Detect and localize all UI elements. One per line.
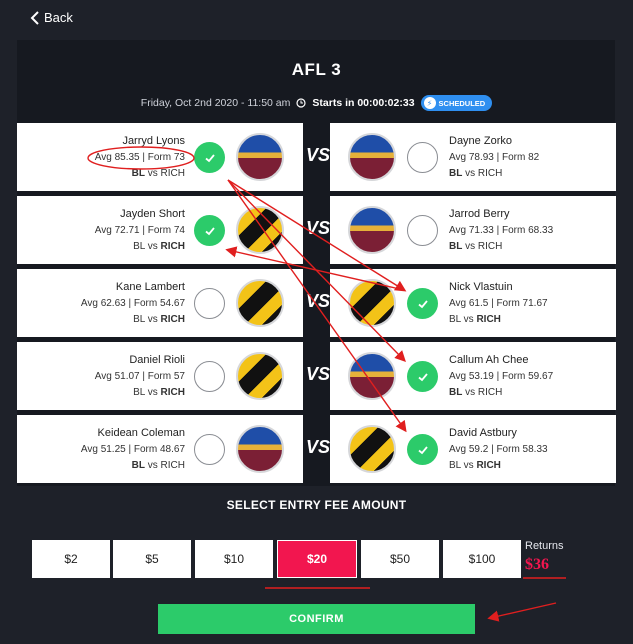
- returns-label: Returns: [525, 540, 564, 552]
- select-toggle[interactable]: [194, 361, 225, 392]
- player-match: BL vs RICH: [449, 241, 503, 252]
- chevron-left-icon: [30, 10, 39, 25]
- select-toggle[interactable]: [407, 361, 438, 392]
- player-match: BL vs RICH: [449, 314, 501, 325]
- player-stats: Avg 78.93 | Form 82: [449, 152, 540, 163]
- annotation-arrow: [487, 602, 557, 622]
- check-icon: [417, 299, 428, 308]
- team-logo: [348, 352, 396, 400]
- contest-title: AFL 3: [291, 60, 342, 79]
- entry-fee-option[interactable]: $2: [32, 540, 110, 578]
- player-stats: Avg 61.5 | Form 71.67: [449, 298, 548, 309]
- player-stats: Avg 53.19 | Form 59.67: [449, 371, 554, 382]
- entry-fee-title: SELECT ENTRY FEE AMOUNT: [226, 498, 407, 512]
- select-toggle[interactable]: [407, 434, 438, 465]
- player-stats: Avg 51.07 | Form 57: [94, 371, 185, 382]
- back-label: Back: [44, 10, 73, 25]
- bolt-icon: ⚡: [423, 97, 436, 109]
- player-name: Jayden Short: [120, 208, 185, 220]
- player-card-left[interactable]: Keidean Coleman Avg 51.25 | Form 48.67 BL …: [17, 415, 303, 483]
- returns-value: $36: [525, 556, 549, 573]
- status-badge: ⚡ SCHEDULED: [420, 95, 493, 111]
- back-button[interactable]: Back: [30, 10, 73, 25]
- player-match: BL vs RICH: [131, 168, 185, 179]
- entry-fee-option[interactable]: $10: [195, 540, 273, 578]
- player-stats: Avg 72.71 | Form 74: [94, 225, 185, 236]
- player-card-right[interactable]: Jarrod Berry Avg 71.33 | Form 68.33 BL vs …: [330, 196, 616, 264]
- check-icon: [204, 153, 215, 162]
- team-logo: [236, 352, 284, 400]
- player-name: Callum Ah Chee: [449, 354, 529, 366]
- player-name: Dayne Zorko: [449, 135, 512, 147]
- player-stats: Avg 51.25 | Form 48.67: [80, 444, 185, 455]
- confirm-button[interactable]: CONFIRM: [158, 604, 475, 634]
- player-name: Jarrod Berry: [449, 208, 510, 220]
- select-toggle[interactable]: [407, 142, 438, 173]
- player-match: BL vs RICH: [131, 460, 185, 471]
- vs-label: VS: [306, 218, 331, 238]
- team-logo: [236, 425, 284, 473]
- select-toggle[interactable]: [407, 215, 438, 246]
- player-stats: Avg 62.63 | Form 54.67: [80, 298, 185, 309]
- select-toggle[interactable]: [194, 142, 225, 173]
- player-card-left[interactable]: Kane Lambert Avg 62.63 | Form 54.67 BL vs …: [17, 269, 303, 337]
- entry-fee-option[interactable]: $100: [443, 540, 521, 578]
- vs-label: VS: [306, 145, 331, 165]
- select-toggle[interactable]: [194, 288, 225, 319]
- team-logo: [236, 133, 284, 181]
- select-toggle[interactable]: [407, 288, 438, 319]
- team-logo: [348, 425, 396, 473]
- player-match: BL vs RICH: [133, 314, 185, 325]
- select-toggle[interactable]: [194, 434, 225, 465]
- check-icon: [417, 445, 428, 454]
- player-card-right[interactable]: Nick Vlastuin Avg 61.5 | Form 71.67 BL vs …: [330, 269, 616, 337]
- player-card-right[interactable]: Dayne Zorko Avg 78.93 | Form 82 BL vs RICH: [330, 123, 616, 191]
- check-icon: [417, 372, 428, 381]
- vs-label: VS: [306, 291, 331, 311]
- player-stats: Avg 59.2 | Form 58.33: [449, 444, 548, 455]
- player-card-right[interactable]: Callum Ah Chee Avg 53.19 | Form 59.67 BL v…: [330, 342, 616, 410]
- player-match: BL vs RICH: [449, 460, 501, 471]
- team-logo: [348, 133, 396, 181]
- entry-fee-option[interactable]: $20: [277, 540, 357, 578]
- player-name: Nick Vlastuin: [449, 281, 513, 293]
- player-card-left[interactable]: Jarryd Lyons Avg 85.35 | Form 73 BL vs RIC…: [17, 123, 303, 191]
- check-icon: [204, 226, 215, 235]
- player-match: BL vs RICH: [449, 168, 503, 179]
- team-logo: [348, 279, 396, 327]
- player-card-left[interactable]: Daniel Rioli Avg 51.07 | Form 57 BL vs RIC…: [17, 342, 303, 410]
- player-name: David Astbury: [449, 427, 517, 439]
- player-match: BL vs RICH: [133, 241, 185, 252]
- team-logo: [348, 206, 396, 254]
- player-match: BL vs RICH: [449, 387, 503, 398]
- entry-fee-option[interactable]: $5: [113, 540, 191, 578]
- player-stats: Avg 85.35 | Form 73: [94, 152, 185, 163]
- starts-in: Starts in 00:00:02:33: [312, 97, 415, 109]
- clock-icon: [296, 98, 306, 108]
- countdown: 00:00:02:33: [357, 97, 415, 109]
- player-name: Kane Lambert: [115, 281, 185, 293]
- player-card-right[interactable]: David Astbury Avg 59.2 | Form 58.33 BL vs …: [330, 415, 616, 483]
- contest-info: Friday, Oct 2nd 2020 - 11:50 am Starts i…: [0, 95, 633, 111]
- vs-label: VS: [306, 437, 331, 457]
- player-name: Daniel Rioli: [129, 354, 185, 366]
- team-logo: [236, 279, 284, 327]
- player-name: Keidean Coleman: [97, 427, 185, 439]
- team-logo: [236, 206, 284, 254]
- contest-date: Friday, Oct 2nd 2020 - 11:50 am: [140, 97, 291, 109]
- player-match: BL vs RICH: [133, 387, 185, 398]
- player-name: Jarryd Lyons: [122, 135, 185, 147]
- select-toggle[interactable]: [194, 215, 225, 246]
- vs-label: VS: [306, 364, 331, 384]
- entry-fee-option[interactable]: $50: [361, 540, 439, 578]
- player-card-left[interactable]: Jayden Short Avg 72.71 | Form 74 BL vs RIC…: [17, 196, 303, 264]
- player-stats: Avg 71.33 | Form 68.33: [449, 225, 554, 236]
